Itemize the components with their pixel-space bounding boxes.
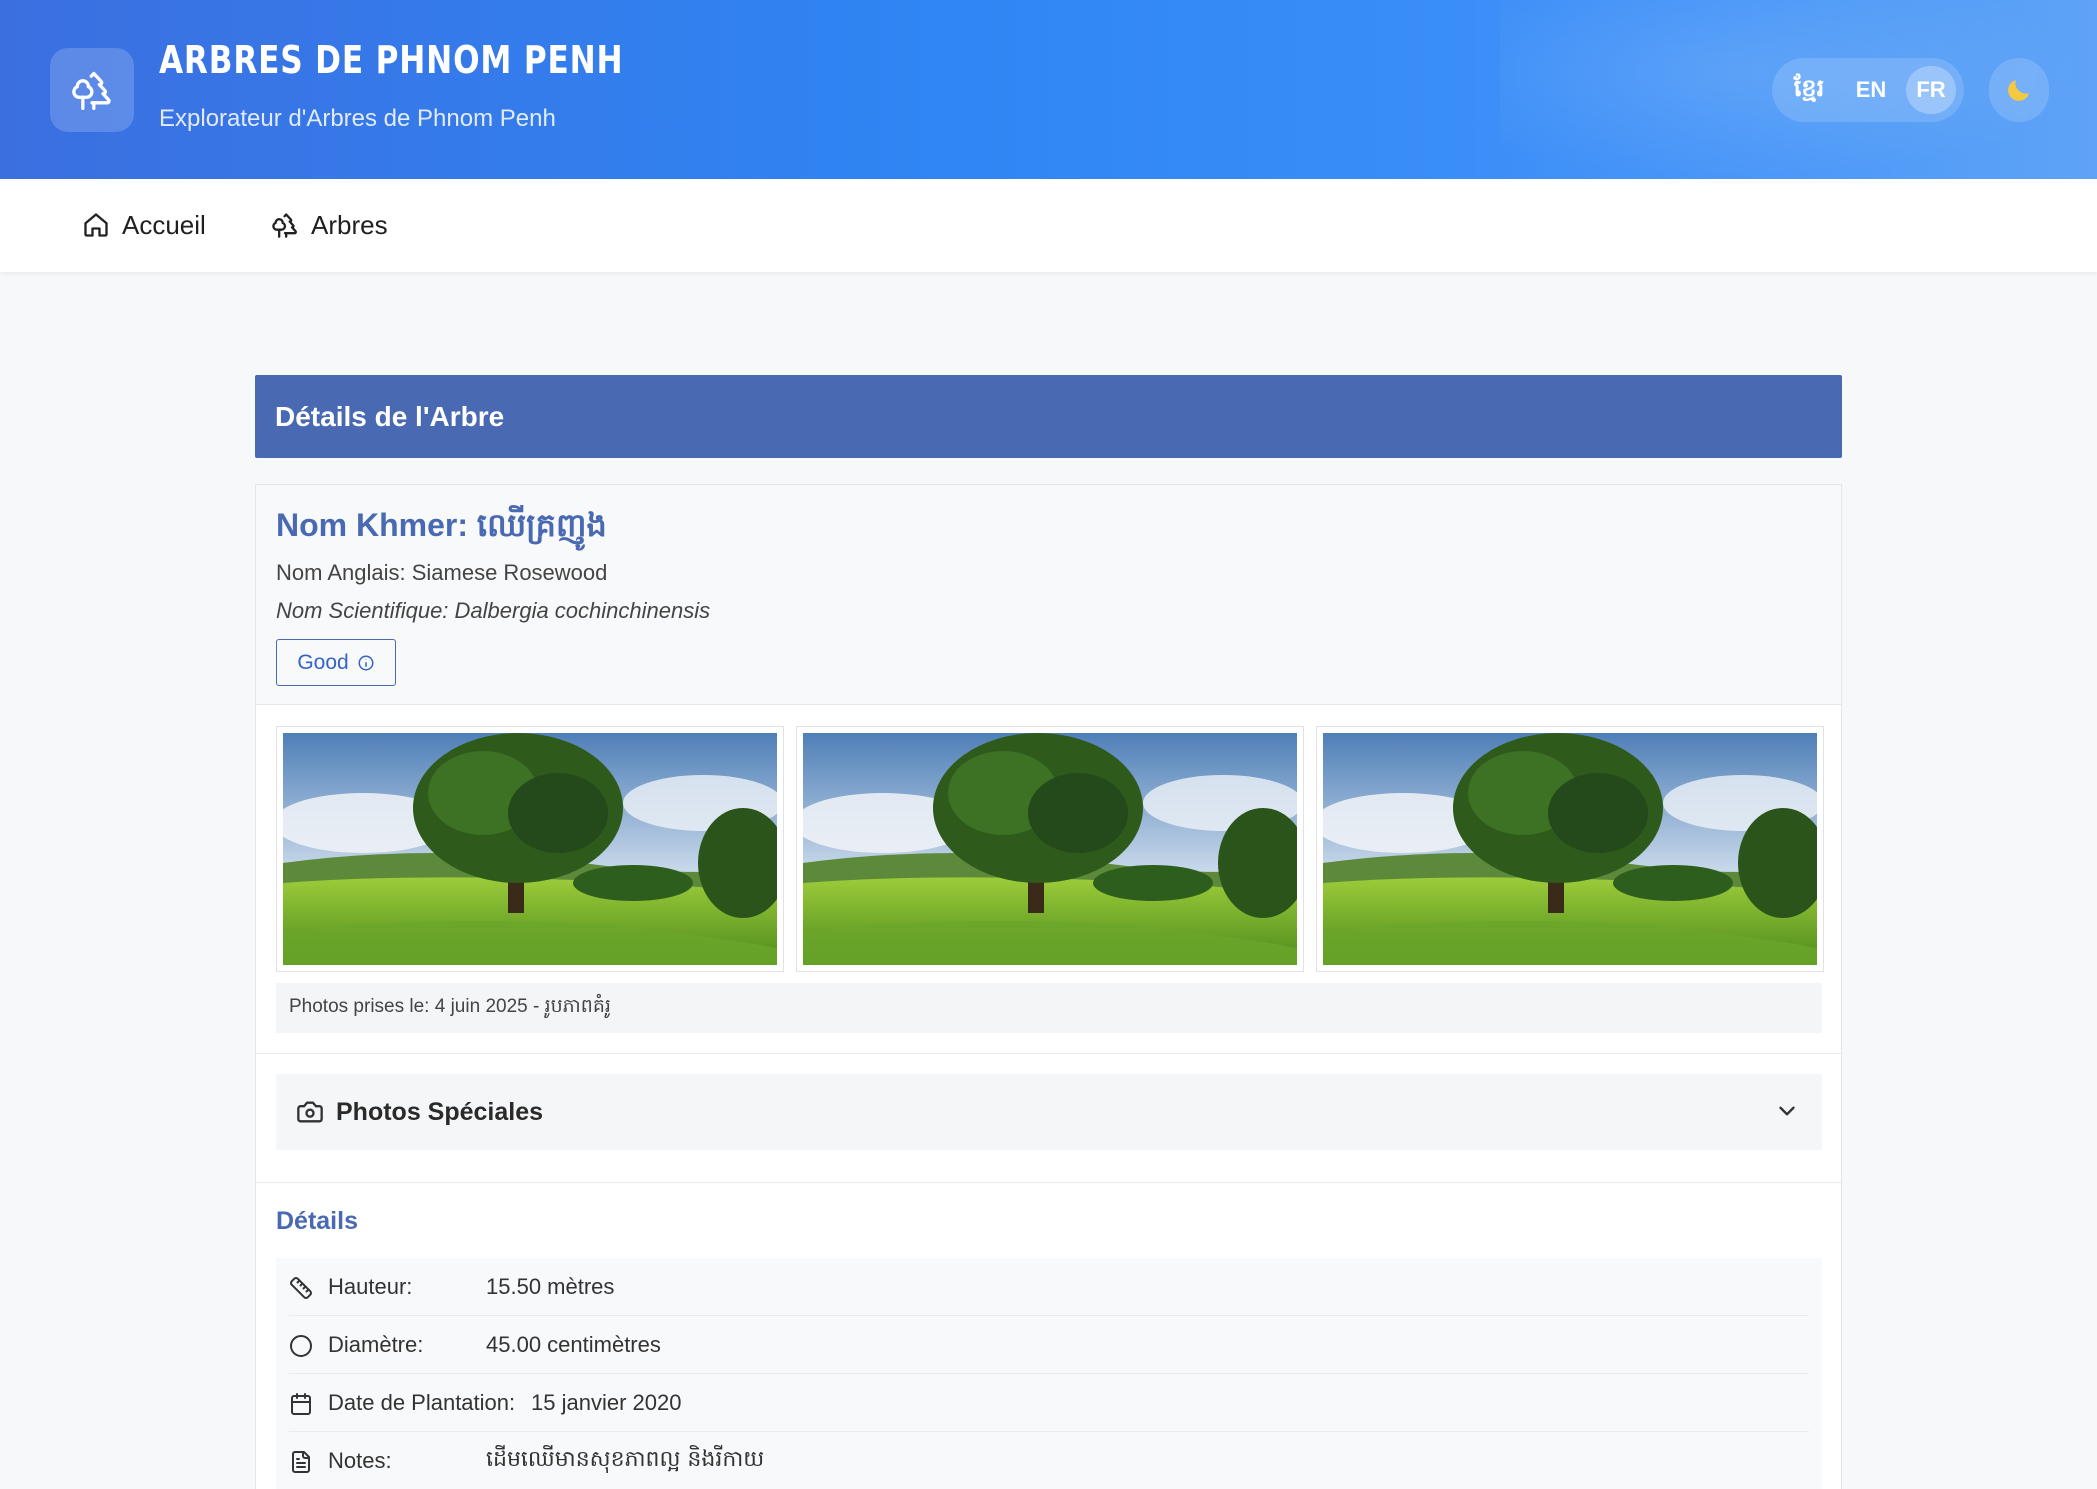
language-switcher: ខ្មែរ EN FR: [1772, 58, 1964, 122]
tree-photo-image: [283, 733, 777, 965]
chevron-down-icon: [1779, 1106, 1795, 1116]
planting-date-value: 15 janvier 2020: [531, 1390, 682, 1415]
tree-photo-image: [803, 733, 1297, 965]
special-photos-accordion[interactable]: Photos Spéciales: [276, 1074, 1822, 1150]
section-title: Détails de l'Arbre: [275, 400, 505, 432]
notes-label: Notes:: [328, 1448, 392, 1473]
english-name: Nom Anglais: Siamese Rosewood: [276, 560, 608, 585]
ruler-icon: [290, 1277, 312, 1299]
nav-trees-label: Arbres: [311, 209, 388, 240]
app-subtitle: Explorateur d'Arbres de Phnom Penh: [159, 105, 556, 132]
lang-fr-button[interactable]: FR: [1906, 66, 1956, 114]
photo-caption: Photos prises le: 4 juin 2025 - រូបភាពគំ…: [276, 983, 1822, 1033]
divider: [256, 1182, 1841, 1183]
notes-value: ដើមឈើមានសុខភាពល្អ និងរីកាយ: [486, 1447, 765, 1472]
tree-photo-image: [1323, 733, 1817, 965]
divider: [256, 1053, 1841, 1054]
height-label: Hauteur:: [328, 1274, 413, 1299]
tree-names-panel: Nom Khmer: ឈើគ្រញូង Nom Anglais: Siamese…: [256, 485, 1841, 705]
nav-item-home[interactable]: Accueil: [82, 205, 206, 245]
nav-item-trees[interactable]: Arbres: [271, 205, 388, 245]
home-icon: [84, 213, 108, 237]
section-header: Détails de l'Arbre: [255, 375, 1842, 458]
special-photos-label: Photos Spéciales: [336, 1097, 544, 1126]
details-list: Hauteur: 15.50 mètres Diamètre: 45.00 ce…: [276, 1258, 1822, 1489]
detail-row-height: Hauteur: 15.50 mètres: [276, 1258, 1822, 1316]
detail-row-diameter: Diamètre: 45.00 centimètres: [276, 1316, 1822, 1374]
detail-row-planting-date: Date de Plantation: 15 janvier 2020: [276, 1374, 1822, 1432]
camera-icon: [297, 1101, 323, 1123]
main-nav: Accueil Arbres: [0, 179, 2097, 272]
status-label: Good: [297, 650, 349, 674]
diameter-label: Diamètre:: [328, 1332, 424, 1357]
diameter-value: 45.00 centimètres: [486, 1332, 661, 1357]
tree-photo[interactable]: [276, 726, 784, 972]
khmer-name-heading: Nom Khmer: ឈើគ្រញូង: [276, 507, 607, 543]
planting-date-label: Date de Plantation:: [328, 1390, 516, 1415]
height-value: 15.50 mètres: [486, 1274, 615, 1299]
health-status-badge[interactable]: Good: [276, 639, 396, 686]
tree-photo[interactable]: [796, 726, 1304, 972]
tree-photo[interactable]: [1316, 726, 1824, 972]
app-header: ARBRES DE PHNOM PENH Explorateur d'Arbre…: [0, 0, 2097, 179]
trees-icon: [272, 213, 297, 238]
trees-icon: [72, 71, 111, 110]
detail-row-notes: Notes: ដើមឈើមានសុខភាពល្អ និងរីកាយ: [276, 1432, 1822, 1489]
tree-detail-card: Nom Khmer: ឈើគ្រញូង Nom Anglais: Siamese…: [255, 484, 1842, 1489]
lang-khmer-button[interactable]: ខ្មែរ: [1782, 66, 1836, 114]
file-text-icon: [292, 1451, 310, 1473]
app-title: ARBRES DE PHNOM PENH: [159, 38, 624, 82]
theme-toggle-button[interactable]: [1989, 58, 2049, 122]
lang-en-button[interactable]: EN: [1846, 66, 1896, 114]
circle-icon: [290, 1335, 312, 1357]
calendar-icon: [291, 1393, 311, 1415]
logo[interactable]: [50, 48, 134, 132]
info-icon: [358, 655, 374, 670]
nav-home-label: Accueil: [122, 209, 206, 240]
moon-icon: [2008, 80, 2029, 101]
scientific-name: Nom Scientifique: Dalbergia cochinchinen…: [276, 598, 711, 623]
details-heading: Détails: [276, 1207, 358, 1235]
